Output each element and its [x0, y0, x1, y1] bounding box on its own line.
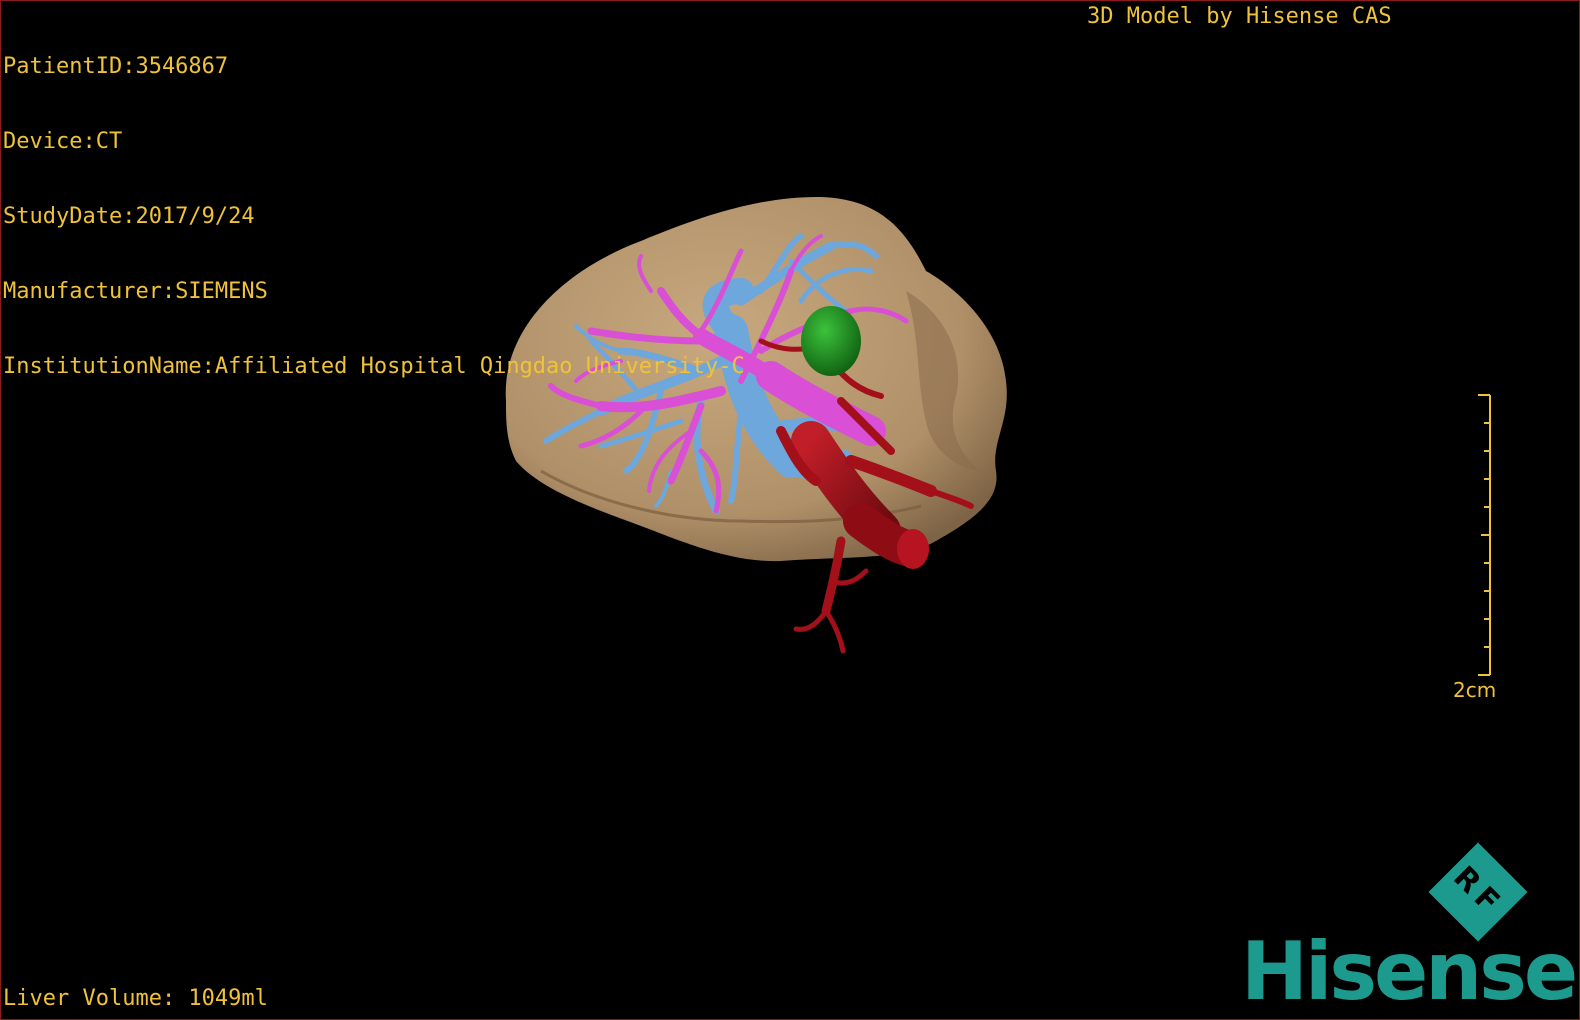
- patient-info-overlay: PatientID:3546867 Device:CT StudyDate:20…: [3, 4, 745, 429]
- model-credit: 3D Model by Hisense CAS: [1087, 4, 1392, 29]
- scale-label: 2cm: [1453, 678, 1497, 702]
- lesion[interactable]: [801, 306, 861, 376]
- hisense-logo: Hisense: [1241, 925, 1578, 1018]
- study-date: StudyDate:2017/9/24: [3, 204, 255, 229]
- scale-bar: [1478, 394, 1491, 676]
- 3d-render-viewport[interactable]: PatientID:3546867 Device:CT StudyDate:20…: [0, 0, 1580, 1020]
- manufacturer: Manufacturer:SIEMENS: [3, 279, 268, 304]
- liver-volume-readout: Liver Volume: 1049ml: [3, 986, 268, 1011]
- institution-name: InstitutionName:Affiliated Hospital Qing…: [3, 354, 745, 379]
- device: Device:CT: [3, 129, 123, 154]
- patient-id: PatientID:3546867: [3, 54, 229, 79]
- vena-cava-opening: [897, 529, 929, 569]
